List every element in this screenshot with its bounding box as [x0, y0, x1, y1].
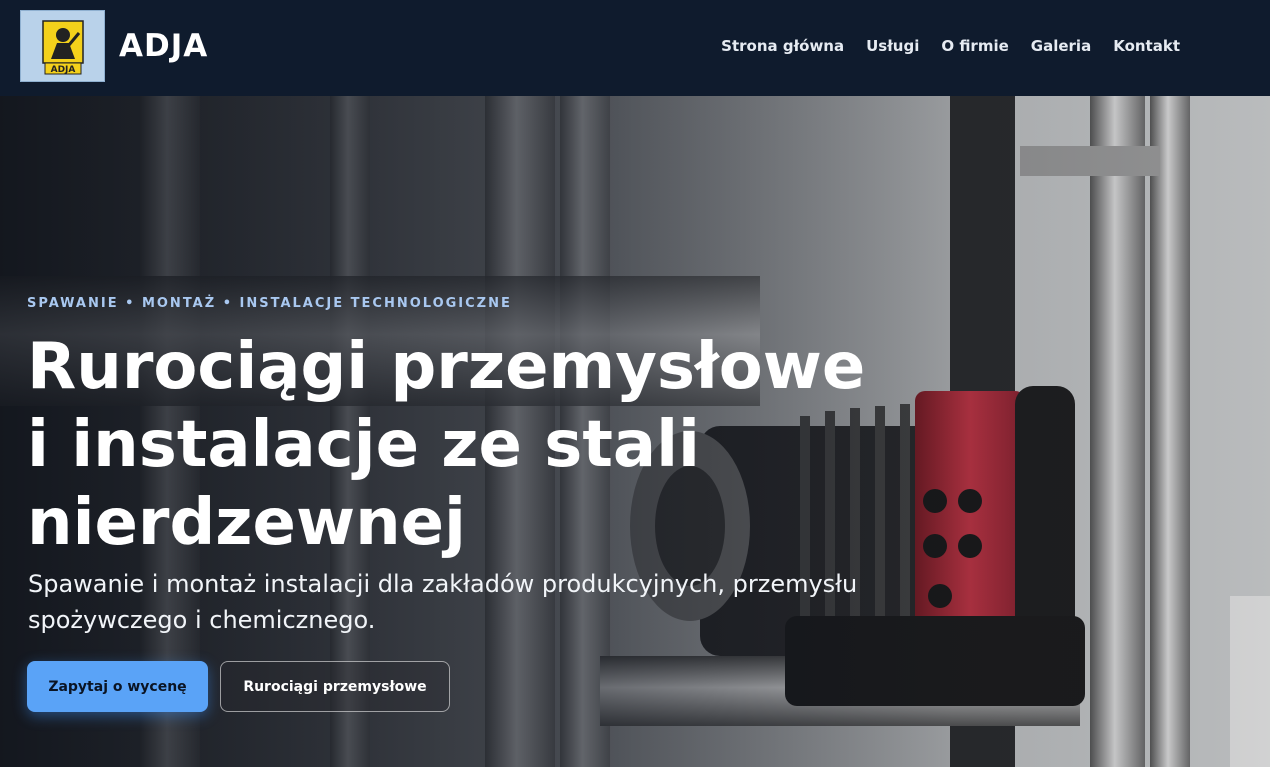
nav-link-about[interactable]: O firmie [941, 37, 1008, 55]
hero-title-line: i instalacje ze stali [27, 408, 700, 482]
request-quote-button[interactable]: Zapytaj o wycenę [27, 661, 208, 712]
brand-name[interactable]: ADJA [119, 28, 208, 64]
company-logo[interactable]: ADJA [20, 10, 105, 82]
hero-subtitle: Spawanie i montaż instalacji dla zakładó… [28, 570, 858, 634]
industrial-pipelines-button[interactable]: Rurociągi przemysłowe [220, 661, 450, 712]
nav-link-services[interactable]: Usługi [866, 37, 919, 55]
svg-text:ADJA: ADJA [51, 65, 76, 75]
hero-title: Rurociągi przemysłowe i instalacje ze st… [27, 328, 927, 562]
nav-link-contact[interactable]: Kontakt [1113, 37, 1180, 55]
nav-link-gallery[interactable]: Galeria [1031, 37, 1091, 55]
hero-title-line: Rurociągi przemysłowe [27, 330, 866, 404]
hero-title-line: nierdzewnej [27, 486, 466, 560]
logo-image: ADJA [21, 11, 104, 81]
hero-eyebrow: SPAWANIE • MONTAŻ • INSTALACJE TECHNOLOG… [27, 296, 512, 311]
nav-link-home[interactable]: Strona główna [721, 37, 844, 55]
main-nav: Strona główna Usługi O firmie Galeria Ko… [721, 37, 1180, 55]
site-header: ADJA ADJA Strona główna Usługi O firmie … [0, 0, 1270, 96]
